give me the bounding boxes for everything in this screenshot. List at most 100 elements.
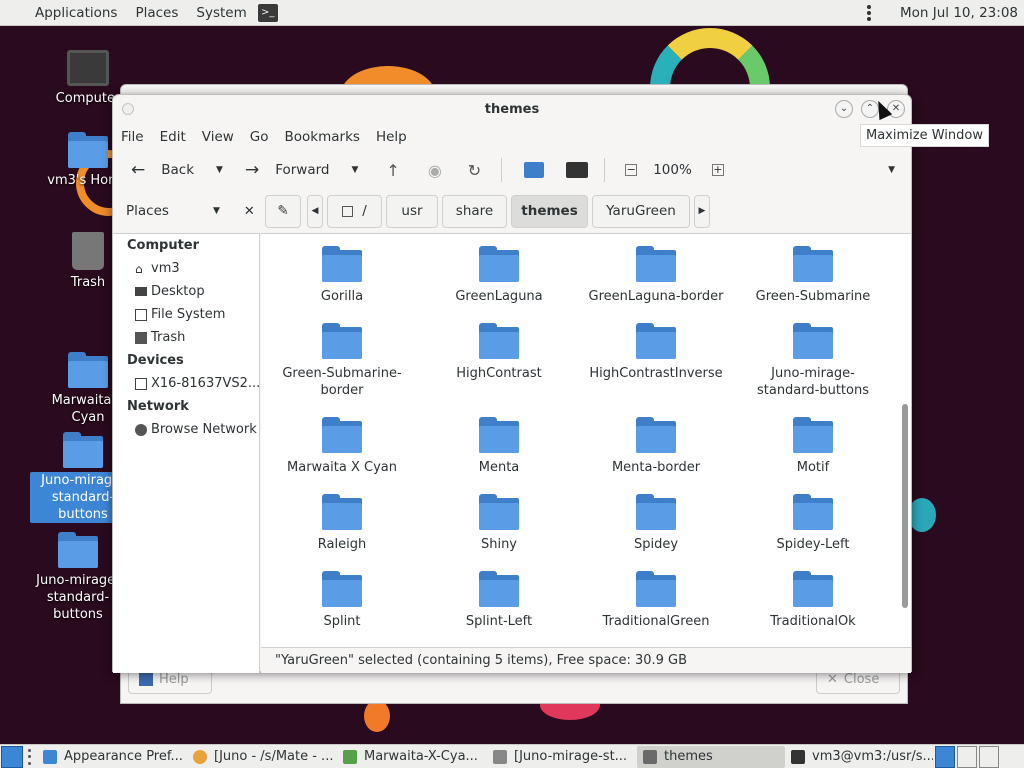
sidebar-item-desktop[interactable]: Desktop	[113, 280, 259, 303]
folder-item[interactable]: Green-Submarine-border	[267, 323, 417, 399]
menu-view[interactable]: View	[192, 125, 240, 149]
folder-item[interactable]: Juno-mirage-standard-buttons	[738, 323, 888, 399]
path-root-button[interactable]: /	[327, 194, 382, 228]
workspace-3[interactable]	[979, 745, 999, 768]
folder-item[interactable]: Green-Submarine	[738, 246, 888, 305]
menu-file[interactable]: File	[115, 125, 150, 149]
path-scroll-right-button[interactable]: ▶	[694, 194, 710, 228]
edit-location-button[interactable]: ✎	[265, 194, 301, 228]
network-icon	[135, 423, 147, 436]
minimize-button[interactable]: ⌄	[835, 100, 853, 118]
chevron-right-icon: ▶	[698, 206, 706, 216]
menu-bookmarks[interactable]: Bookmarks	[275, 125, 366, 149]
folder-item[interactable]: Splint	[267, 571, 417, 630]
menu-edit[interactable]: Edit	[150, 125, 192, 149]
sidebar-heading-network: Network	[127, 399, 189, 414]
sidebar-item-device[interactable]: X16-81637VS2...	[113, 372, 259, 395]
sidebar-item-file-system[interactable]: File System	[113, 303, 259, 326]
top-panel: Applications Places System >_ Mon Jul 10…	[0, 0, 1024, 26]
zoom-level[interactable]: 100%	[653, 162, 692, 178]
taskbar-item[interactable]: Marwaita-X-Cya...	[337, 746, 487, 768]
sidebar-header: Places ▼ ✕	[113, 193, 259, 229]
zoom-out-icon[interactable]: −	[625, 164, 638, 176]
sidebar-close-icon[interactable]: ✕	[244, 204, 255, 219]
vertical-scrollbar[interactable]	[899, 233, 911, 647]
path-yarugreen-button[interactable]: YaruGreen	[592, 194, 690, 228]
folder-icon	[636, 246, 676, 282]
folder-item[interactable]: Spidey-Left	[738, 494, 888, 553]
sidebar-mode-select[interactable]: Places	[126, 203, 169, 219]
zoom-in-icon[interactable]: +	[711, 164, 724, 176]
system-menu[interactable]: System	[187, 0, 255, 26]
sidebar-mode-dropdown-icon[interactable]: ▼	[213, 206, 220, 216]
toolbar-overflow-icon[interactable]: ▼	[888, 165, 895, 175]
back-dropdown-icon[interactable]: ▼	[216, 165, 223, 175]
places-menu[interactable]: Places	[126, 0, 187, 26]
folder-item[interactable]: HighContrast	[424, 323, 574, 382]
folder-icon	[479, 417, 519, 453]
applications-menu[interactable]: Applications	[0, 0, 126, 26]
forward-dropdown-icon[interactable]: ▼	[352, 165, 359, 175]
taskbar-item[interactable]: vm3@vm3:/usr/s...	[785, 746, 933, 768]
folder-icon	[793, 246, 833, 282]
forward-arrow-icon: →	[244, 160, 260, 180]
menu-help[interactable]: Help	[366, 125, 413, 149]
folder-item[interactable]: Menta-border	[581, 417, 731, 476]
computer-icon[interactable]	[566, 162, 589, 178]
panel-handle-icon[interactable]	[28, 748, 32, 765]
folder-item[interactable]: Spidey	[581, 494, 731, 553]
close-icon: ✕	[827, 671, 838, 687]
sidebar-item-home[interactable]: ⌂ vm3	[113, 257, 259, 280]
stop-icon[interactable]: ◉	[428, 161, 442, 180]
workspace-1[interactable]	[935, 745, 955, 768]
folder-item[interactable]: Raleigh	[267, 494, 417, 553]
scrollbar-thumb[interactable]	[902, 404, 908, 608]
folder-item[interactable]: GreenLaguna-border	[581, 246, 731, 305]
path-themes-button[interactable]: themes	[511, 194, 588, 228]
back-button[interactable]: ← Back ▼	[113, 155, 223, 185]
path-share-button[interactable]: share	[442, 194, 507, 228]
sidebar-item-browse-network[interactable]: Browse Network	[113, 418, 259, 441]
taskbar-item[interactable]: Appearance Pref...	[37, 746, 187, 768]
folder-icon	[479, 323, 519, 359]
home-folder-icon	[68, 132, 108, 168]
folder-item[interactable]: Marwaita X Cyan	[267, 417, 417, 476]
terminal-launcher-icon[interactable]: >_	[257, 3, 278, 22]
desktop-icon-label: Trash	[70, 275, 106, 290]
folder-item[interactable]: GreenLaguna	[424, 246, 574, 305]
taskbar-item-active[interactable]: themes	[637, 745, 785, 768]
clock[interactable]: Mon Jul 10, 23:08	[900, 5, 1024, 21]
home-icon[interactable]	[524, 162, 545, 178]
show-desktop-button[interactable]	[1, 745, 23, 768]
folder-item[interactable]: Shiny	[424, 494, 574, 553]
folder-icon	[636, 323, 676, 359]
wallpaper-shape	[364, 700, 390, 732]
taskbar-item[interactable]: [Juno-mirage-st...	[487, 746, 637, 768]
titlebar[interactable]: themes ⌄ ⌃ ✕	[113, 95, 911, 125]
folder-item[interactable]: TraditionalGreen	[581, 571, 731, 630]
folder-icon	[322, 323, 362, 359]
folder-item[interactable]: Splint-Left	[424, 571, 574, 630]
reload-icon[interactable]: ↻	[468, 161, 481, 180]
workspace-2[interactable]	[957, 745, 977, 768]
path-scroll-left-button[interactable]: ◀	[307, 194, 323, 228]
folder-item[interactable]: Motif	[738, 417, 888, 476]
icon-view[interactable]: Gorilla GreenLaguna GreenLaguna-border G…	[261, 233, 899, 647]
folder-icon	[479, 246, 519, 282]
panel-menu-icon[interactable]	[867, 4, 871, 21]
forward-button[interactable]: → Forward ▼	[223, 155, 358, 185]
menu-go[interactable]: Go	[240, 125, 275, 149]
folder-item[interactable]: TraditionalOk	[738, 571, 888, 630]
folder-icon	[636, 571, 676, 607]
path-usr-button[interactable]: usr	[386, 194, 438, 228]
folder-icon	[479, 571, 519, 607]
folder-item[interactable]: HighContrastInverse	[581, 323, 731, 382]
folder-item[interactable]: Menta	[424, 417, 574, 476]
up-arrow-icon[interactable]: ↑	[386, 161, 399, 180]
folder-icon	[322, 494, 362, 530]
folder-item[interactable]: Gorilla	[267, 246, 417, 305]
file-manager-window: themes ⌄ ⌃ ✕ File Edit View Go Bookmarks…	[112, 94, 912, 673]
taskbar-item[interactable]: [Juno - /s/Mate - ...	[187, 746, 337, 768]
help-button-label: Help	[159, 671, 189, 687]
sidebar-item-trash[interactable]: Trash	[113, 326, 259, 349]
